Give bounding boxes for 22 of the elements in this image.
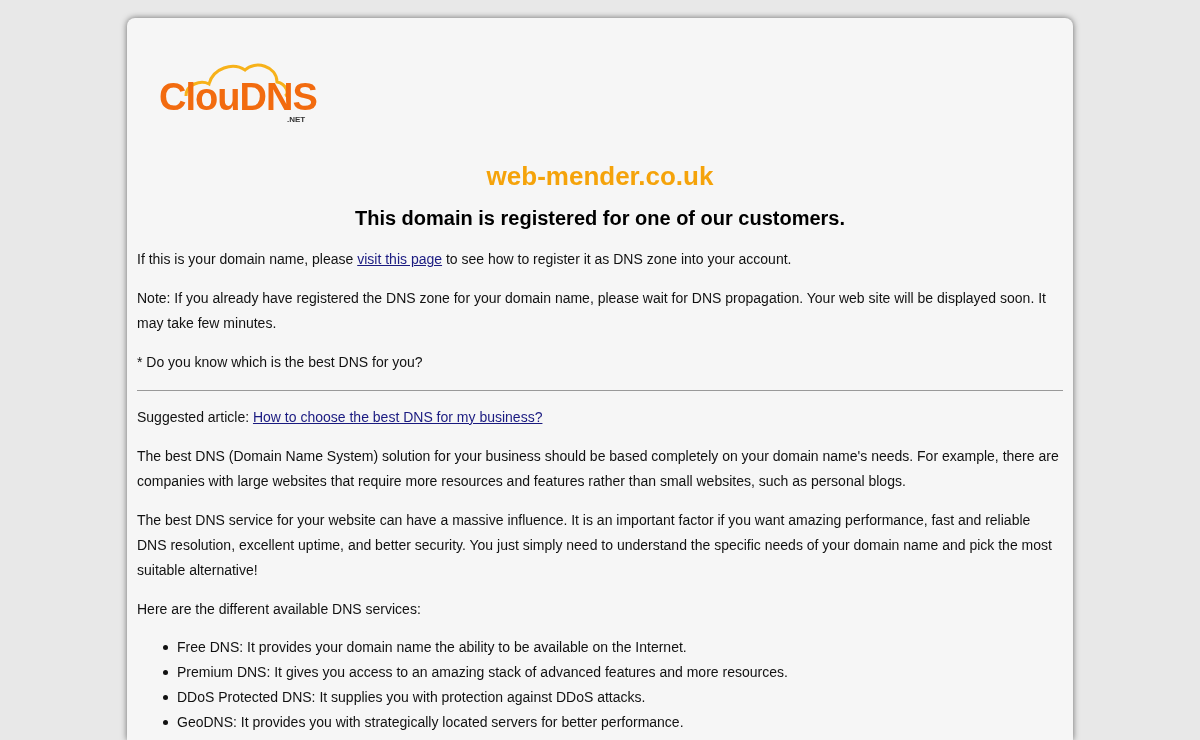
bullet-icon (163, 720, 168, 725)
list-item-text: GeoDNS: It provides you with strategically located servers for better performance. (177, 713, 684, 732)
paragraph-text: to see how to register it as DNS zone into your account. (444, 251, 792, 267)
logo-text: ClouDNS (159, 78, 317, 116)
bullet-icon (163, 645, 168, 650)
logo-suffix: .NET (287, 116, 306, 124)
bullet-icon (163, 695, 168, 700)
list-item-text: Premium DNS: It gives you access to an amazing stack of advanced features and more resources. (177, 663, 788, 682)
paragraph: The best DNS service for your website can have a massive influence. It is an important factor if you want amazing performance, fast and reliable DNS resolution, excellent uptime, and better security. You just simply need to understand the specific needs of your domain name and pick the most suitable alternative! (137, 511, 1053, 580)
article-link[interactable]: How to choose the best DNS for my business? (252, 409, 543, 425)
article-link[interactable]: visit this page (357, 251, 443, 267)
paragraph-text: Suggested article: (137, 409, 251, 425)
headline: This domain is registered for one of our customers. (353, 206, 847, 231)
paragraph-text: If this is your domain name, please (137, 251, 355, 267)
domain-title: web-mender.co.uk (485, 161, 715, 191)
paragraph: * Do you know which is the best DNS for you? (137, 353, 424, 372)
paragraph: Here are the different available DNS services: (137, 600, 422, 619)
list-item-text: Free DNS: It provides your domain name the ability to be available on the Internet. (177, 638, 687, 657)
paragraph: The best DNS (Domain Name System) solution for your business should be based completely on your domain name's needs. For example, there are companies with large websites that require more resources and features rather than small websites, such as personal blogs. (137, 447, 1060, 491)
paragraph: Note: If you already have registered the DNS zone for your domain name, please wait for DNS propagation. Your web site will be displayed soon. It may take few minutes. (137, 289, 1047, 333)
list-item-text: DDoS Protected DNS: It supplies you with protection against DDoS attacks. (177, 688, 646, 707)
bullet-icon (163, 670, 168, 675)
